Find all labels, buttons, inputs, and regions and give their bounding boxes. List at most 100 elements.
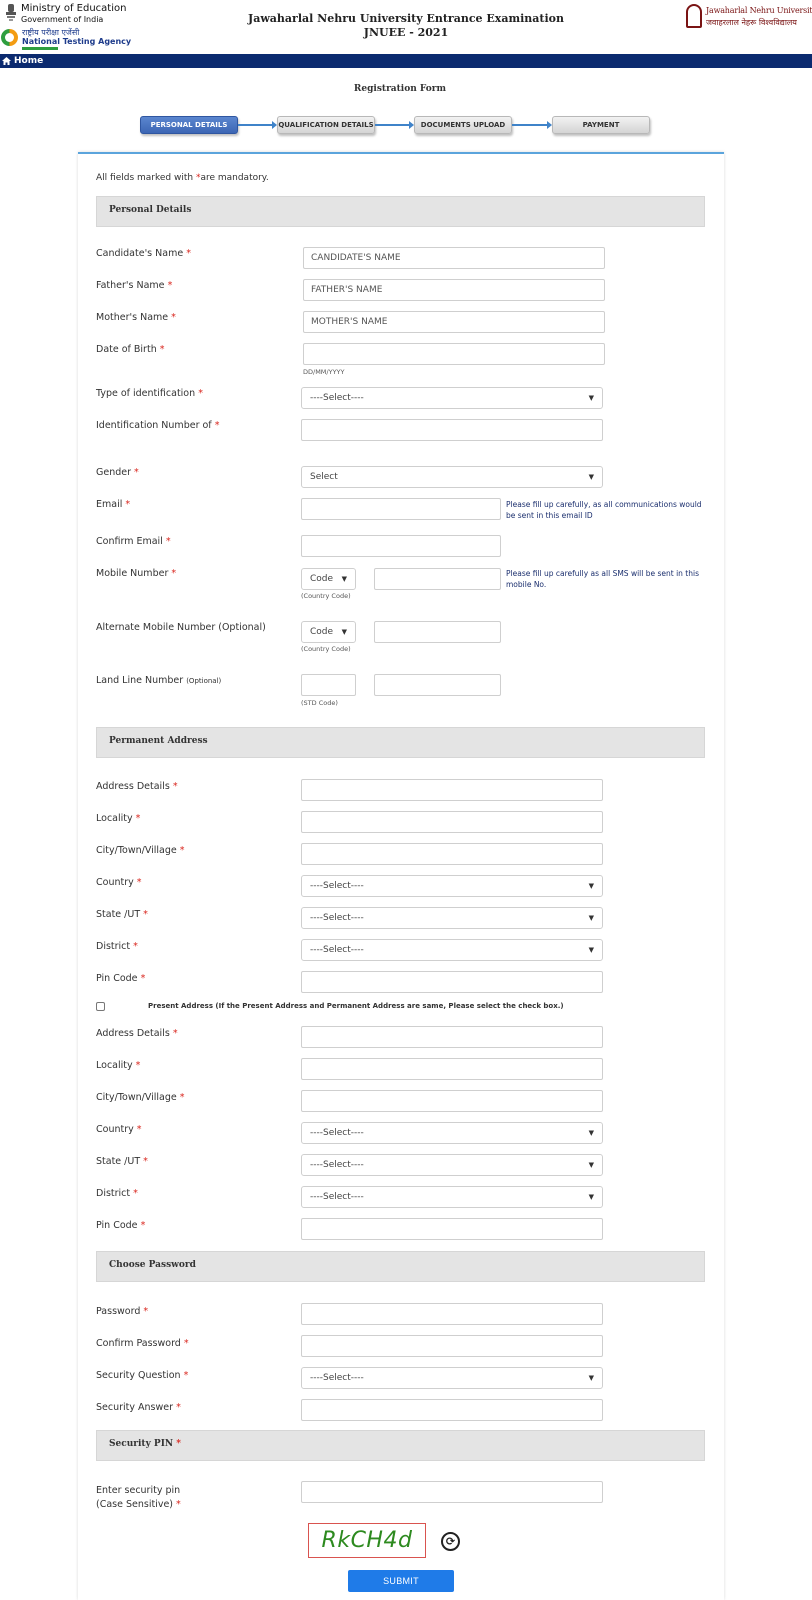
required-star: * — [176, 1439, 181, 1449]
step-personal-details[interactable]: PERSONAL DETAILS — [140, 116, 238, 134]
label-text: State /UT — [96, 1156, 141, 1167]
mother-name-input[interactable]: MOTHER'S NAME — [303, 311, 605, 333]
password-input[interactable] — [301, 1303, 603, 1325]
landline-number-input[interactable] — [374, 674, 501, 696]
dob-input[interactable] — [303, 343, 605, 365]
select-value: ----Select---- — [310, 881, 364, 891]
country-code-hint: (Country Code) — [301, 592, 351, 600]
pres-city-input[interactable] — [301, 1090, 603, 1112]
refresh-captcha-icon[interactable]: ⟳ — [441, 1532, 460, 1551]
perm-state-label: State /UT * — [96, 909, 148, 920]
security-question-select[interactable]: ----Select---- ▼ — [301, 1367, 603, 1389]
confirm-password-input[interactable] — [301, 1335, 603, 1357]
chevron-down-icon: ▼ — [588, 882, 594, 890]
ministry-subtitle: Government of India — [21, 15, 104, 24]
captcha-image: RkCH4d — [308, 1523, 426, 1558]
required-star: * — [179, 1092, 185, 1103]
nta-tagline-bar — [22, 47, 58, 50]
national-emblem-icon — [6, 4, 16, 21]
pres-pin-input[interactable] — [301, 1218, 603, 1240]
gender-select[interactable]: Select ▼ — [301, 466, 603, 488]
email-input[interactable] — [301, 498, 501, 520]
std-code-input[interactable] — [301, 674, 356, 696]
required-star: * — [143, 1156, 148, 1167]
step-documents-upload[interactable]: DOCUMENTS UPLOAD — [414, 116, 512, 134]
select-value: ----Select---- — [310, 1373, 364, 1383]
label-text: Address Details — [96, 781, 170, 792]
confirm-email-input[interactable] — [301, 535, 501, 557]
security-answer-input[interactable] — [301, 1399, 603, 1421]
chevron-down-icon: ▼ — [588, 1374, 594, 1382]
required-star: * — [183, 1338, 189, 1349]
dob-format-hint: DD/MM/YYYY — [303, 368, 345, 376]
site-title-line2: JNUEE - 2021 — [363, 26, 449, 39]
mandatory-note-end: are mandatory. — [200, 173, 269, 183]
label-text: Gender — [96, 467, 132, 478]
label-text: Address Details — [96, 1028, 170, 1039]
country-code-hint: (Country Code) — [301, 645, 351, 653]
pres-pin-label: Pin Code * — [96, 1220, 145, 1231]
id-number-input[interactable] — [301, 419, 603, 441]
required-star: * — [172, 1028, 178, 1039]
label-text: Email — [96, 499, 123, 510]
required-star: * — [143, 1306, 149, 1317]
section-choose-password: Choose Password — [96, 1251, 705, 1282]
select-value: ----Select---- — [310, 1192, 364, 1202]
required-star: * — [136, 1124, 142, 1135]
candidate-name-input[interactable]: CANDIDATE'S NAME — [303, 247, 605, 269]
mobile-number-input[interactable] — [374, 568, 501, 590]
alt-mobile-country-code-select[interactable]: Code ▼ — [301, 621, 356, 643]
perm-state-select[interactable]: ----Select---- ▼ — [301, 907, 603, 929]
mandatory-note-text: All fields marked with — [96, 173, 196, 183]
security-pin-input[interactable] — [301, 1481, 603, 1503]
label-line1: Enter security pin — [96, 1485, 181, 1496]
perm-district-label: District * — [96, 941, 138, 952]
pres-state-select[interactable]: ----Select---- ▼ — [301, 1154, 603, 1176]
landline-label: Land Line Number (Optional) — [96, 675, 221, 686]
mobile-label: Mobile Number * — [96, 568, 176, 579]
submit-button[interactable]: SUBMIT — [348, 1570, 454, 1592]
label-text: Identification Number of — [96, 420, 212, 431]
required-star: * — [143, 909, 148, 920]
select-value: ----Select---- — [310, 913, 364, 923]
home-link[interactable]: Home — [2, 54, 43, 68]
perm-city-input[interactable] — [301, 843, 603, 865]
step-qualification-details[interactable]: QUALIFICATION DETAILS — [277, 116, 375, 134]
father-name-label: Father's Name * — [96, 280, 172, 291]
nta-logo[interactable]: राष्ट्रीय परीक्षा एजेंसी National Testin… — [0, 27, 131, 50]
pres-address-input[interactable] — [301, 1026, 603, 1048]
optional-tag: (Optional) — [186, 677, 222, 685]
perm-country-select[interactable]: ----Select---- ▼ — [301, 875, 603, 897]
perm-address-input[interactable] — [301, 779, 603, 801]
label-text: City/Town/Village — [96, 845, 177, 856]
chevron-down-icon: ▼ — [588, 394, 594, 402]
pres-locality-input[interactable] — [301, 1058, 603, 1080]
father-name-input[interactable]: FATHER'S NAME — [303, 279, 605, 301]
select-value: Code — [310, 627, 334, 637]
ministry-logo[interactable]: Ministry of Education Government of Indi… — [2, 2, 126, 26]
mother-name-label: Mother's Name * — [96, 312, 176, 323]
chevron-down-icon: ▼ — [588, 1161, 594, 1169]
perm-district-select[interactable]: ----Select---- ▼ — [301, 939, 603, 961]
select-value: ----Select---- — [310, 1160, 364, 1170]
perm-pin-input[interactable] — [301, 971, 603, 993]
pres-country-select[interactable]: ----Select---- ▼ — [301, 1122, 603, 1144]
label-text: Pin Code — [96, 1220, 138, 1231]
pres-locality-label: Locality * — [96, 1060, 140, 1071]
required-star: * — [134, 467, 139, 478]
perm-locality-input[interactable] — [301, 811, 603, 833]
step-payment[interactable]: PAYMENT — [552, 116, 650, 134]
same-address-checkbox[interactable] — [96, 1002, 105, 1011]
label-text: Land Line Number — [96, 675, 184, 686]
security-pin-label: Enter security pin (Case Sensitive) * — [96, 1484, 181, 1512]
jnu-logo[interactable]: Jawaharlal Nehru University जवाहरलाल नेह… — [686, 4, 812, 30]
pres-district-select[interactable]: ----Select---- ▼ — [301, 1186, 603, 1208]
id-type-select[interactable]: ----Select---- ▼ — [301, 387, 603, 409]
security-answer-label: Security Answer * — [96, 1402, 181, 1413]
alt-mobile-number-input[interactable] — [374, 621, 501, 643]
required-star: * — [183, 1370, 189, 1381]
mobile-country-code-select[interactable]: Code ▼ — [301, 568, 356, 590]
ministry-title: Ministry of Education — [21, 3, 127, 14]
required-star: * — [136, 877, 142, 888]
required-star: * — [135, 813, 141, 824]
